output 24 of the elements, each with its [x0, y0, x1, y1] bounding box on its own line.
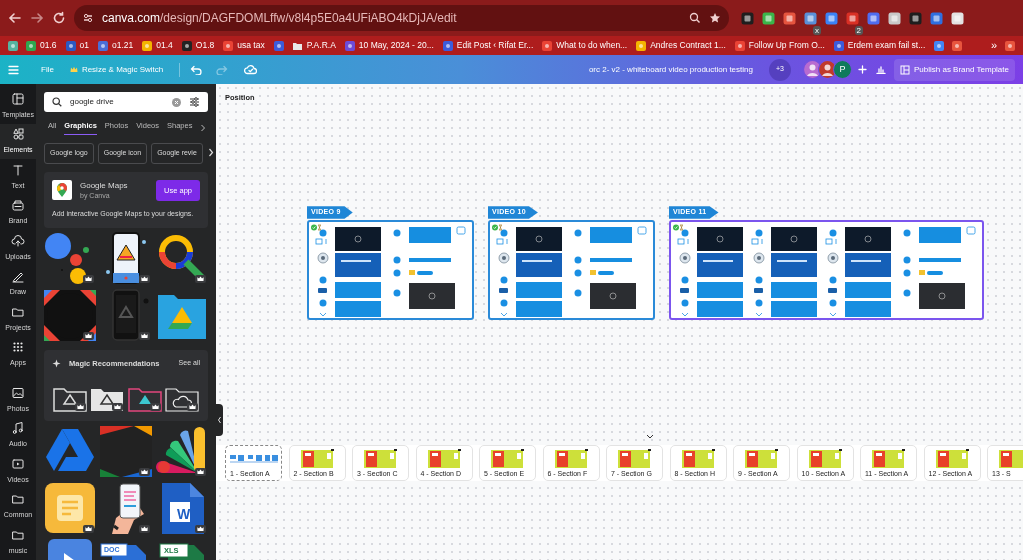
bookmark[interactable]: O1.8 — [195, 39, 215, 52]
bookmark[interactable]: 01.4 — [156, 39, 173, 52]
address-bar[interactable]: canva.com/design/DAGFDOMLffw/v8l4p5E0a4UFiABO4kDjJA/edit — [74, 5, 729, 31]
publish-button[interactable]: Publish as Brand Template — [893, 58, 1015, 81]
bookmark[interactable]: usa tax — [237, 39, 265, 52]
bookmark[interactable]: Andres Contract 1... — [650, 39, 726, 52]
app-name: Google Maps — [80, 181, 129, 190]
document-title[interactable]: orc 2- v2 - whiteboard video production testing — [588, 63, 753, 76]
extension-badge: 2 — [854, 26, 863, 35]
more-bookmarks-button[interactable]: » — [990, 37, 997, 54]
extension-badge: x — [813, 26, 821, 35]
avatar[interactable]: P — [832, 60, 852, 79]
bookmark[interactable]: Erdem exam fail st... — [847, 39, 926, 52]
bookmark[interactable]: o1 — [79, 39, 89, 52]
url-text: canva.com/design/DAGFDOMLffw/v8l4p5E0a4UFiABO4kDjJA/edit — [102, 10, 458, 27]
bookmark[interactable]: o1.21 — [112, 39, 134, 52]
search-field[interactable]: google drive — [44, 92, 208, 112]
bookmark[interactable]: What to do when... — [556, 39, 628, 52]
bookmark[interactable]: 01.6 — [40, 39, 57, 52]
bookmark[interactable]: Follow Up From O... — [748, 39, 825, 52]
file-type-label: W — [177, 504, 191, 524]
bookmark[interactable]: Edit Post ‹ Rifat Er... — [456, 39, 534, 52]
bookmark[interactable]: P.A.R.A — [306, 39, 336, 52]
bookmark[interactable]: 10 May, 2024 - 20... — [358, 39, 434, 52]
